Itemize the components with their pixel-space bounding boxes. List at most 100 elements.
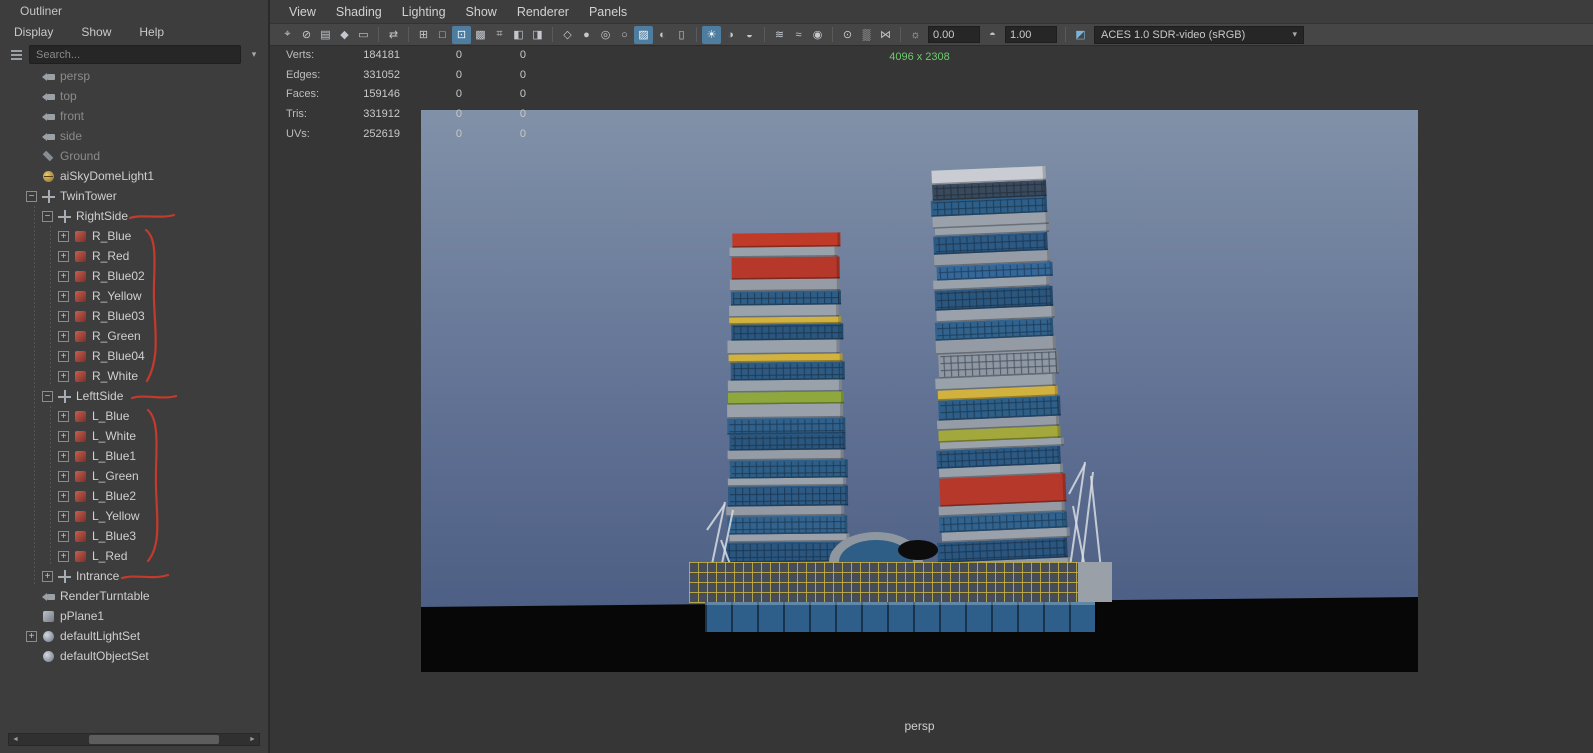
tree-item-persp[interactable]: persp — [0, 66, 264, 86]
motion-blur-icon[interactable]: ≋ — [770, 26, 789, 44]
flat-shade-icon[interactable]: ○ — [615, 26, 634, 44]
menu-show[interactable]: Show — [81, 25, 111, 39]
tree-item-R_White[interactable]: + R_White — [0, 366, 264, 386]
expand-toggle[interactable]: + — [58, 490, 69, 502]
scrollbar-track[interactable] — [22, 734, 246, 745]
tree-item-LefttSide[interactable]: − LefttSide — [0, 386, 264, 406]
film-gate-icon[interactable]: □ — [433, 26, 452, 44]
shadows-icon[interactable]: ◑ — [721, 26, 740, 44]
resolution-gate-icon[interactable]: ⊡ — [452, 25, 471, 44]
expand-toggle[interactable]: + — [58, 330, 69, 342]
use-all-lights-icon[interactable]: ☀ — [702, 25, 721, 44]
expand-toggle[interactable]: − — [42, 390, 53, 402]
scrollbar-thumb[interactable] — [89, 735, 220, 744]
expand-toggle[interactable]: + — [58, 350, 69, 362]
menu-help[interactable]: Help — [139, 25, 164, 39]
search-options-chevron-icon[interactable]: ▾ — [246, 49, 262, 60]
tree-item-TwinTower[interactable]: − TwinTower — [0, 186, 264, 206]
wireframe-on-shaded-icon[interactable]: ◎ — [596, 26, 615, 44]
exposure-icon[interactable]: ☼ — [906, 26, 925, 44]
render-view[interactable] — [421, 110, 1418, 672]
tree-item-side[interactable]: side — [0, 126, 264, 146]
tree-item-L_Green[interactable]: + L_Green — [0, 466, 264, 486]
tree-item-L_Red[interactable]: + L_Red — [0, 546, 264, 566]
tree-item-R_Green[interactable]: + R_Green — [0, 326, 264, 346]
tree-item-L_Blue[interactable]: + L_Blue — [0, 406, 264, 426]
view-transform-select[interactable]: ACES 1.0 SDR-video (sRGB) ▾ — [1094, 25, 1304, 44]
menu-show[interactable]: Show — [457, 5, 506, 19]
expand-toggle[interactable]: + — [26, 630, 37, 642]
tree-item-R_Yellow[interactable]: + R_Yellow — [0, 286, 264, 306]
xray-icon[interactable]: ▒ — [857, 26, 876, 44]
tree-item-RenderTurntable[interactable]: RenderTurntable — [0, 586, 264, 606]
menu-shading[interactable]: Shading — [327, 5, 391, 19]
expand-toggle[interactable]: + — [58, 270, 69, 282]
tree-item-R_Blue03[interactable]: + R_Blue03 — [0, 306, 264, 326]
expand-toggle[interactable]: + — [58, 450, 69, 462]
smooth-shade-icon[interactable]: ● — [577, 26, 596, 44]
grid-icon[interactable]: ⊞ — [414, 26, 433, 44]
textured-icon[interactable]: ▨ — [634, 25, 653, 44]
exposure-field[interactable]: 0.00 — [928, 26, 980, 43]
pan-zoom-icon[interactable]: ⇄ — [384, 26, 403, 44]
image-plane-icon[interactable]: ▭ — [354, 26, 373, 44]
tree-item-aiSkyDomeLight1[interactable]: aiSkyDomeLight1 — [0, 166, 264, 186]
menu-panels[interactable]: Panels — [580, 5, 636, 19]
expand-toggle[interactable]: − — [26, 190, 37, 202]
tree-item-L_White[interactable]: + L_White — [0, 426, 264, 446]
multisample-aa-icon[interactable]: ≈ — [789, 26, 808, 44]
color-management-icon[interactable]: ◩ — [1071, 26, 1090, 44]
scroll-right-icon[interactable]: ► — [246, 734, 259, 745]
gamma-field[interactable]: 1.00 — [1005, 26, 1057, 43]
tree-item-Intrance[interactable]: + Intrance — [0, 566, 264, 586]
menu-view[interactable]: View — [280, 5, 325, 19]
outliner-h-scrollbar[interactable]: ◄ ► — [8, 733, 260, 746]
camera-attributes-icon[interactable]: ▤ — [316, 26, 335, 44]
expand-toggle[interactable]: + — [58, 530, 69, 542]
tree-item-RightSide[interactable]: − RightSide — [0, 206, 264, 226]
tree-item-L_Blue3[interactable]: + L_Blue3 — [0, 526, 264, 546]
safe-action-icon[interactable]: ◧ — [509, 26, 528, 44]
expand-toggle[interactable]: + — [58, 250, 69, 262]
tree-item-defaultObjectSet[interactable]: defaultObjectSet — [0, 646, 264, 666]
tree-item-L_Yellow[interactable]: + L_Yellow — [0, 506, 264, 526]
screen-space-ao-icon[interactable]: ◒ — [740, 26, 759, 44]
expand-toggle[interactable]: − — [42, 210, 53, 222]
tree-item-R_Red[interactable]: + R_Red — [0, 246, 264, 266]
scroll-left-icon[interactable]: ◄ — [9, 734, 22, 745]
expand-toggle[interactable]: + — [58, 410, 69, 422]
tree-item-front[interactable]: front — [0, 106, 264, 126]
gate-mask-icon[interactable]: ▩ — [471, 26, 490, 44]
expand-toggle[interactable]: + — [58, 290, 69, 302]
tree-item-Ground[interactable]: Ground — [0, 146, 264, 166]
field-chart-icon[interactable]: ⌗ — [490, 26, 509, 44]
isolate-select-icon[interactable]: ⊙ — [838, 26, 857, 44]
menu-renderer[interactable]: Renderer — [508, 5, 578, 19]
tree-item-L_Blue1[interactable]: + L_Blue1 — [0, 446, 264, 466]
use-default-material-icon[interactable]: ◐ — [653, 26, 672, 44]
wireframe-icon[interactable]: ◇ — [558, 26, 577, 44]
safe-title-icon[interactable]: ◨ — [528, 26, 547, 44]
tree-item-L_Blue2[interactable]: + L_Blue2 — [0, 486, 264, 506]
expand-toggle[interactable]: + — [58, 470, 69, 482]
menu-lighting[interactable]: Lighting — [393, 5, 455, 19]
expand-toggle[interactable]: + — [58, 230, 69, 242]
tree-item-top[interactable]: top — [0, 86, 264, 106]
expand-toggle[interactable]: + — [58, 430, 69, 442]
depth-of-field-icon[interactable]: ◉ — [808, 26, 827, 44]
expand-toggle[interactable]: + — [58, 510, 69, 522]
tree-item-R_Blue[interactable]: + R_Blue — [0, 226, 264, 246]
expand-toggle[interactable]: + — [58, 550, 69, 562]
tree-item-pPlane1[interactable]: pPlane1 — [0, 606, 264, 626]
tree-item-R_Blue04[interactable]: + R_Blue04 — [0, 346, 264, 366]
select-camera-icon[interactable]: ⌖ — [278, 26, 297, 44]
bookmarks-icon[interactable]: ◆ — [335, 26, 354, 44]
expand-toggle[interactable]: + — [58, 310, 69, 322]
tree-item-defaultLightSet[interactable]: + defaultLightSet — [0, 626, 264, 646]
camera-lock-icon[interactable]: ⊘ — [297, 26, 316, 44]
joints-xray-icon[interactable]: ⋈ — [876, 26, 895, 44]
expand-toggle[interactable]: + — [42, 570, 53, 582]
gamma-icon[interactable]: ◓ — [983, 26, 1002, 44]
expand-toggle[interactable]: + — [58, 370, 69, 382]
panel-menu-icon[interactable] — [10, 49, 24, 61]
